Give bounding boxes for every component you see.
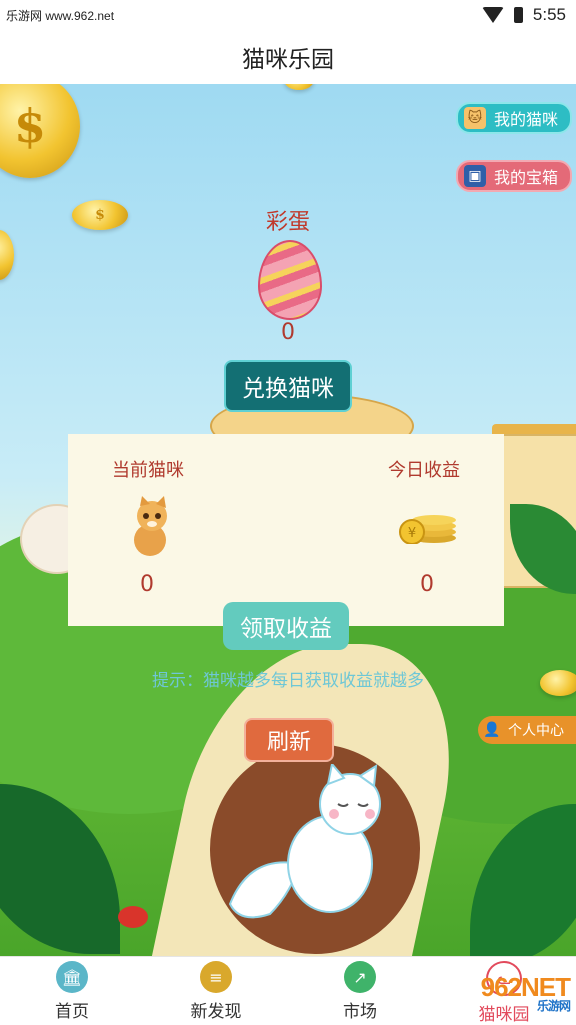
- leaf-decoration: [470, 804, 576, 956]
- svg-text:¥: ¥: [408, 526, 416, 541]
- stats-panel: 当前猫咪 今日收益 ¥ 0 0: [68, 434, 504, 626]
- personal-center-button[interactable]: 👤 个人中心: [478, 716, 576, 744]
- person-icon: 👤: [483, 722, 501, 738]
- tab-discover-label: 新发现: [190, 1002, 242, 1022]
- chart-icon: ↗: [344, 961, 376, 993]
- status-bar: 乐游网 www.962.net 5:55: [0, 0, 576, 30]
- status-site-text: 乐游网 www.962.net: [6, 9, 115, 23]
- tab-market-label: 市场: [343, 1002, 377, 1022]
- bank-icon: 🏛: [56, 961, 88, 993]
- ladybug-icon: [118, 906, 148, 928]
- egg-count: 0: [281, 320, 295, 345]
- cat-icon: 🐱: [463, 107, 486, 129]
- coin-stack-icon: ¥: [399, 515, 456, 544]
- page-title: 猫咪乐园: [0, 30, 576, 84]
- status-time: 5:55: [532, 5, 566, 24]
- personal-center-label: 个人中心: [508, 723, 564, 739]
- refresh-button[interactable]: 刷新: [244, 718, 334, 762]
- cat-icon: [134, 496, 167, 556]
- today-income-value: 0: [420, 572, 434, 597]
- tip-text: 提示：猫咪越多每日获取收益就越多: [152, 671, 424, 691]
- my-chest-label: 我的宝箱: [493, 168, 558, 187]
- cat-garden-scene: $ $ 🐱 我的猫咪 ▣ 我的宝箱 👤 个人中心 彩蛋 0 兑换猫咪 当前猫咪 …: [0, 84, 576, 956]
- chest-icon: ▣: [463, 165, 486, 187]
- coin-icon: $: [0, 84, 80, 178]
- today-income-label: 今日收益: [388, 460, 460, 481]
- watermark-logo: 962NET 乐游网: [481, 972, 571, 1014]
- battery-icon: [513, 7, 523, 23]
- my-cats-button[interactable]: 🐱 我的猫咪: [455, 102, 572, 134]
- tab-market[interactable]: ↗ 市场: [288, 957, 432, 1025]
- easter-egg-icon[interactable]: [258, 240, 322, 320]
- my-chest-button[interactable]: ▣ 我的宝箱: [455, 160, 572, 192]
- coins-icon: ≡: [200, 961, 232, 993]
- tab-discover[interactable]: ≡ 新发现: [144, 957, 288, 1025]
- coin-icon: [0, 230, 14, 280]
- tab-home-label: 首页: [55, 1002, 89, 1022]
- my-cats-label: 我的猫咪: [493, 110, 558, 129]
- wifi-icon: [481, 7, 504, 23]
- current-cats-label: 当前猫咪: [112, 460, 184, 481]
- claim-income-button[interactable]: 领取收益: [223, 602, 349, 650]
- egg-title: 彩蛋: [265, 210, 310, 235]
- sleeping-cat-illustration: [228, 764, 381, 919]
- tab-home[interactable]: 🏛 首页: [0, 957, 144, 1025]
- current-cats-value: 0: [140, 572, 154, 597]
- exchange-cat-button[interactable]: 兑换猫咪: [224, 360, 352, 412]
- status-icons: 5:55: [481, 5, 566, 25]
- coin-icon: [284, 84, 314, 90]
